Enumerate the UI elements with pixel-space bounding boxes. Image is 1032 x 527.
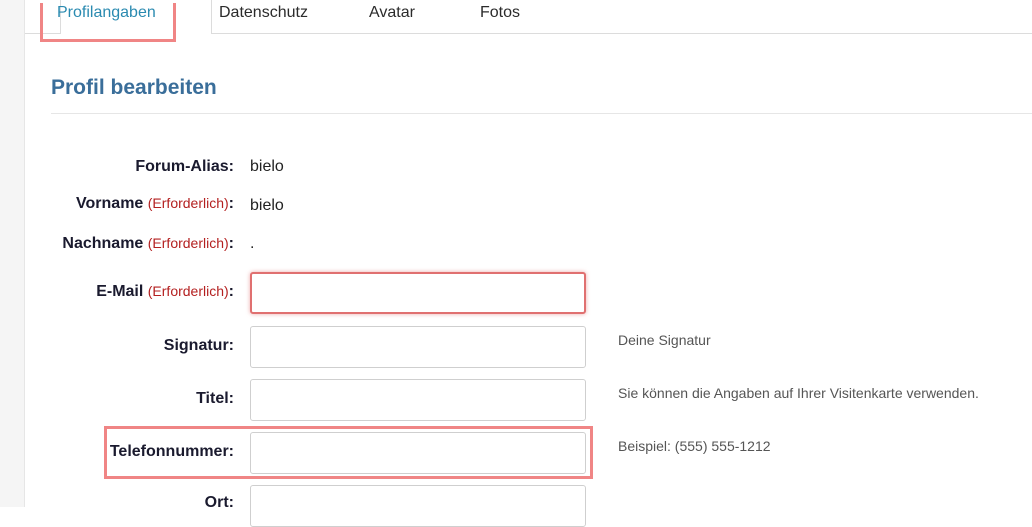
ort-label: Ort:: [205, 494, 234, 512]
colon: :: [228, 283, 234, 300]
tab-fotos[interactable]: Fotos: [480, 4, 520, 22]
titel-field[interactable]: [250, 379, 586, 421]
required-marker: (Erforderlich): [147, 235, 229, 251]
vorname-label: Vorname (Erforderlich):: [76, 195, 234, 213]
left-sidebar-strip: [0, 0, 25, 507]
telefonnummer-hint: Beispiel: (555) 555-1212: [618, 438, 771, 454]
email-field[interactable]: [250, 272, 586, 314]
signatur-hint: Deine Signatur: [618, 332, 711, 348]
tab-highlight-box: [40, 3, 176, 42]
colon: :: [228, 337, 234, 354]
colon: :: [228, 158, 234, 175]
profile-tab-bar: Profilangaben Datenschutz Avatar Fotos: [25, 0, 1032, 34]
colon: :: [228, 494, 234, 511]
email-label-text: E-Mail: [96, 283, 144, 300]
forum-alias-label: Forum-Alias:: [135, 158, 234, 176]
title-divider: [51, 113, 1032, 114]
titel-label: Titel:: [196, 390, 234, 408]
page-title: Profil bearbeiten: [51, 76, 217, 99]
nachname-label-text: Nachname: [62, 235, 144, 252]
vorname-value: bielo: [250, 197, 284, 214]
colon: :: [228, 390, 234, 407]
nachname-value: .: [250, 235, 255, 252]
titel-label-text: Titel: [196, 390, 229, 407]
required-marker: (Erforderlich): [147, 195, 229, 211]
tab-datenschutz[interactable]: Datenschutz: [219, 4, 308, 22]
titel-hint: Sie können die Angaben auf Ihrer Visiten…: [618, 385, 979, 401]
tab-avatar[interactable]: Avatar: [369, 4, 415, 22]
forum-alias-label-text: Forum-Alias: [135, 158, 229, 175]
ort-label-text: Ort: [204, 494, 229, 511]
required-marker: (Erforderlich): [147, 283, 229, 299]
telefonnummer-highlight-box: [104, 426, 593, 479]
nachname-label: Nachname (Erforderlich):: [62, 235, 234, 253]
colon: :: [228, 235, 234, 252]
ort-field[interactable]: [250, 485, 586, 527]
email-label: E-Mail (Erforderlich):: [96, 283, 234, 301]
signatur-label-text: Signatur: [163, 337, 229, 354]
signatur-label: Signatur:: [164, 337, 234, 355]
forum-alias-value: bielo: [250, 158, 284, 175]
vorname-label-text: Vorname: [76, 195, 144, 212]
signatur-field[interactable]: [250, 326, 586, 368]
colon: :: [228, 195, 234, 212]
